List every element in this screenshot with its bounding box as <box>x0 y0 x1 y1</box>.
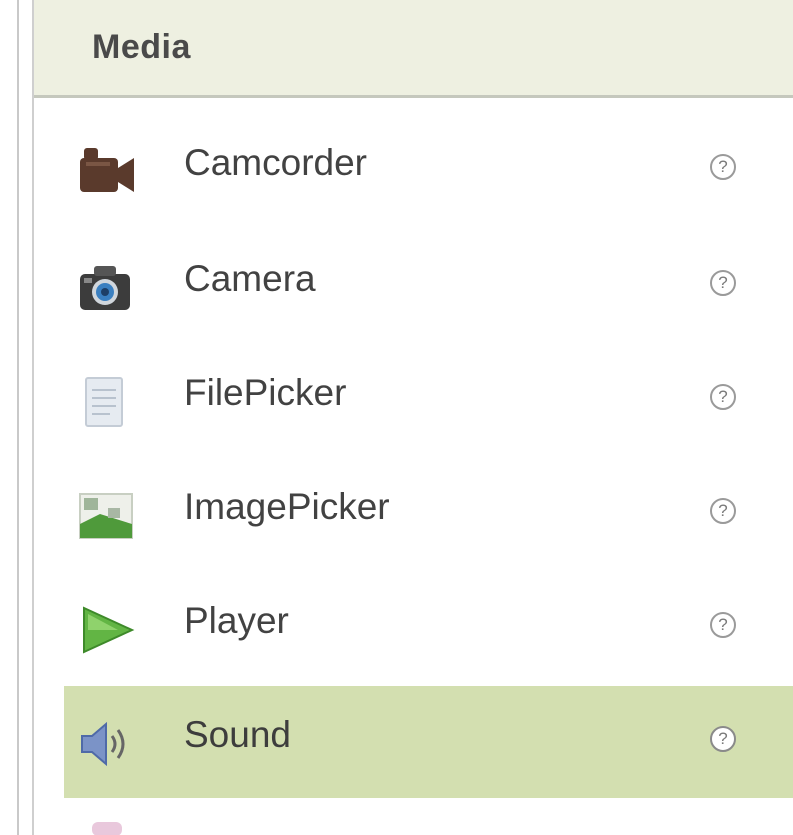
help-icon[interactable]: ? <box>710 612 736 638</box>
image-picker-icon <box>78 490 136 542</box>
play-icon <box>78 604 136 656</box>
palette-window: Media Camcorder ? Camera ? FilePicker ? … <box>0 0 793 835</box>
speaker-icon <box>78 718 136 770</box>
help-icon[interactable]: ? <box>710 498 736 524</box>
help-icon[interactable]: ? <box>710 270 736 296</box>
item-label: FilePicker <box>184 372 347 413</box>
palette-item-player[interactable]: Player ? <box>34 572 793 684</box>
partial-palette-item[interactable] <box>34 812 793 835</box>
help-icon[interactable]: ? <box>710 726 736 752</box>
palette-item-camera[interactable]: Camera ? <box>34 230 793 342</box>
help-icon[interactable]: ? <box>710 384 736 410</box>
media-palette-panel: Media Camcorder ? Camera ? FilePicker ? … <box>32 0 793 835</box>
file-icon <box>78 376 136 428</box>
palette-item-imagepicker[interactable]: ImagePicker ? <box>34 458 793 570</box>
item-label: Camera <box>184 258 316 299</box>
camcorder-icon <box>78 146 136 198</box>
panel-header[interactable]: Media <box>34 0 793 98</box>
panel-title: Media <box>92 28 191 66</box>
help-icon[interactable]: ? <box>710 154 736 180</box>
palette-item-camcorder[interactable]: Camcorder ? <box>34 114 793 226</box>
item-label: Camcorder <box>184 142 367 183</box>
palette-item-filepicker[interactable]: FilePicker ? <box>34 344 793 456</box>
camera-icon <box>78 262 136 314</box>
item-label: Player <box>184 600 289 641</box>
outer-divider <box>17 0 19 835</box>
palette-item-sound[interactable]: Sound ? <box>64 686 793 798</box>
item-label: Sound <box>184 714 291 755</box>
partial-icon <box>92 822 122 835</box>
item-label: ImagePicker <box>184 486 390 527</box>
